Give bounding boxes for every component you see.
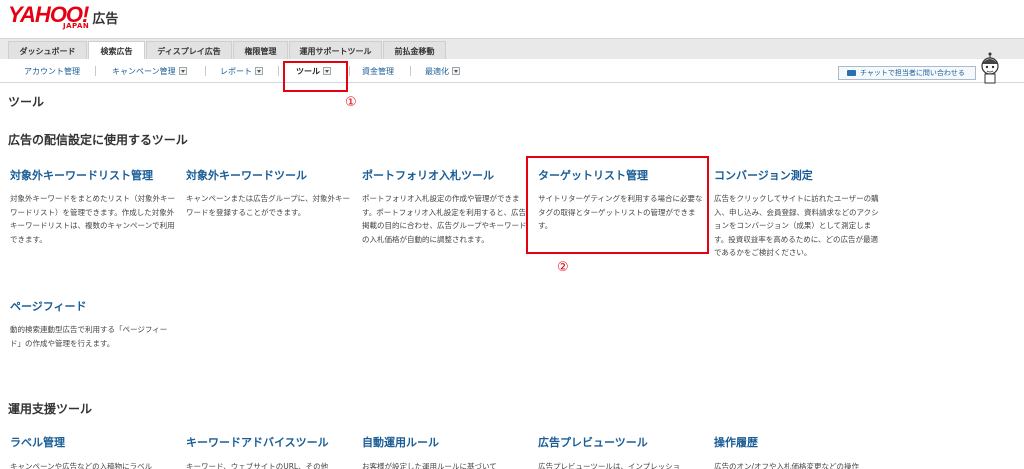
tool-title-link[interactable]: ページフィード — [10, 300, 176, 314]
main-tab-bar: ダッシュボード 検索広告 ディスプレイ広告 権限管理 運用サポートツール 前払金… — [0, 38, 1024, 61]
annotation-number-1: ① — [345, 95, 357, 110]
subnav-campaign-management[interactable]: キャンペーン管理 — [112, 64, 187, 78]
tool-portfolio-bidding: ポートフォリオ入札ツール ポートフォリオ入札設定の作成や管理ができます。ポートフ… — [362, 169, 528, 246]
chat-label: チャットで担当者に問い合わせる — [860, 69, 965, 77]
subnav-label: レポート — [220, 66, 252, 76]
tool-title-link[interactable]: キーワードアドバイスツール — [186, 436, 352, 450]
tool-description: キーワード、ウェブサイトのURL、その他 — [186, 462, 329, 469]
tool-description: 動的検索連動型広告で利用する「ページフィード」の作成や管理を行えます。 — [10, 325, 168, 348]
annotation-number-2: ② — [557, 260, 569, 275]
tool-title-link[interactable]: 操作履歴 — [714, 436, 880, 450]
tool-title-link[interactable]: 対象外キーワードリスト管理 — [10, 169, 176, 183]
tool-title-link[interactable]: 自動運用ルール — [362, 436, 528, 450]
tab-prepayment-transfer[interactable]: 前払金移動 — [383, 41, 446, 60]
annotation-highlight-tools — [283, 61, 348, 92]
tab-permissions[interactable]: 権限管理 — [233, 41, 288, 60]
tab-display-ads[interactable]: ディスプレイ広告 — [146, 41, 232, 60]
logo-sub: JAPAN — [63, 22, 90, 30]
tool-label-management: ラベル管理 キャンペーンや広告などの入稿物にラベル — [10, 436, 176, 469]
tool-title-link[interactable]: 対象外キーワードツール — [186, 169, 352, 183]
page-title: ツール — [8, 95, 45, 109]
subnav-funds-management[interactable]: 資金管理 — [362, 64, 394, 78]
tool-page-feed: ページフィード 動的検索連動型広告で利用する「ページフィード」の作成や管理を行え… — [10, 300, 176, 350]
mascot-icon — [981, 52, 999, 84]
dropdown-arrow-icon — [178, 67, 187, 75]
tool-title-link[interactable]: ラベル管理 — [10, 436, 176, 450]
subnav-label: 資金管理 — [362, 66, 394, 76]
tool-title-link[interactable]: 広告プレビューツール — [538, 436, 704, 450]
tool-description: ポートフォリオ入札設定の作成や管理ができます。ポートフォリオ入札設定を利用すると… — [362, 194, 527, 244]
tool-negative-keyword-list: 対象外キーワードリスト管理 対象外キーワードをまとめたリスト（対象外キーワードリ… — [10, 169, 176, 246]
tab-dashboard[interactable]: ダッシュボード — [8, 41, 87, 60]
section-title-operation-support: 運用支援ツール — [8, 402, 93, 416]
chat-bubble-icon — [847, 70, 856, 76]
chat-contact-button[interactable]: チャットで担当者に問い合わせる — [838, 66, 976, 80]
tool-description: 広告プレビューツールは、インプレッショ — [538, 462, 681, 469]
subnav-optimization[interactable]: 最適化 — [425, 64, 460, 78]
divider — [410, 66, 411, 76]
tool-keyword-advice: キーワードアドバイスツール キーワード、ウェブサイトのURL、その他 — [186, 436, 352, 469]
tool-description: 広告をクリックしてサイトに訪れたユーザーの購入、申し込み、会員登録、資料請求など… — [714, 194, 879, 257]
subnav-account-management[interactable]: アカウント管理 — [24, 64, 80, 78]
tool-operation-history: 操作履歴 広告のオン/オフや入札価格変更などの操作 — [714, 436, 880, 469]
tab-search-ads[interactable]: 検索広告 — [88, 41, 145, 61]
tab-support-tools[interactable]: 運用サポートツール — [289, 41, 382, 60]
divider — [205, 66, 206, 76]
subnav-label: キャンペーン管理 — [112, 66, 176, 76]
product-name: 広告 — [92, 12, 119, 27]
tool-description: お客様が設定した運用ルールに基づいて — [362, 462, 497, 469]
divider — [349, 66, 350, 76]
subnav-report[interactable]: レポート — [220, 64, 263, 78]
tool-conversion-measurement: コンバージョン測定 広告をクリックしてサイトに訪れたユーザーの購入、申し込み、会… — [714, 169, 880, 260]
tool-ad-preview: 広告プレビューツール 広告プレビューツールは、インプレッショ — [538, 436, 704, 469]
tool-title-link[interactable]: ポートフォリオ入札ツール — [362, 169, 528, 183]
annotation-highlight-target-list — [526, 156, 709, 254]
tool-description: キャンペーンや広告などの入稿物にラベル — [10, 462, 153, 469]
tool-automated-rules: 自動運用ルール お客様が設定した運用ルールに基づいて — [362, 436, 528, 469]
section-title-delivery-settings: 広告の配信設定に使用するツール — [8, 133, 188, 147]
tool-description: キャンペーンまたは広告グループに、対象外キーワードを登録することができます。 — [186, 194, 350, 217]
tool-negative-keyword-tool: 対象外キーワードツール キャンペーンまたは広告グループに、対象外キーワードを登録… — [186, 169, 352, 219]
subnav-label: 最適化 — [425, 66, 449, 76]
subnav-label: アカウント管理 — [24, 66, 80, 76]
tool-description: 広告のオン/オフや入札価格変更などの操作 — [714, 462, 860, 469]
tool-title-link[interactable]: コンバージョン測定 — [714, 169, 880, 183]
divider — [95, 66, 96, 76]
yahoo-ads-logo[interactable]: YAHOO! JAPAN 広告 — [8, 4, 118, 32]
dropdown-arrow-icon — [255, 67, 263, 75]
tool-description: 対象外キーワードをまとめたリスト（対象外キーワードリスト）を管理できます。作成し… — [10, 194, 175, 244]
divider — [278, 66, 279, 76]
dropdown-arrow-icon — [452, 67, 460, 75]
